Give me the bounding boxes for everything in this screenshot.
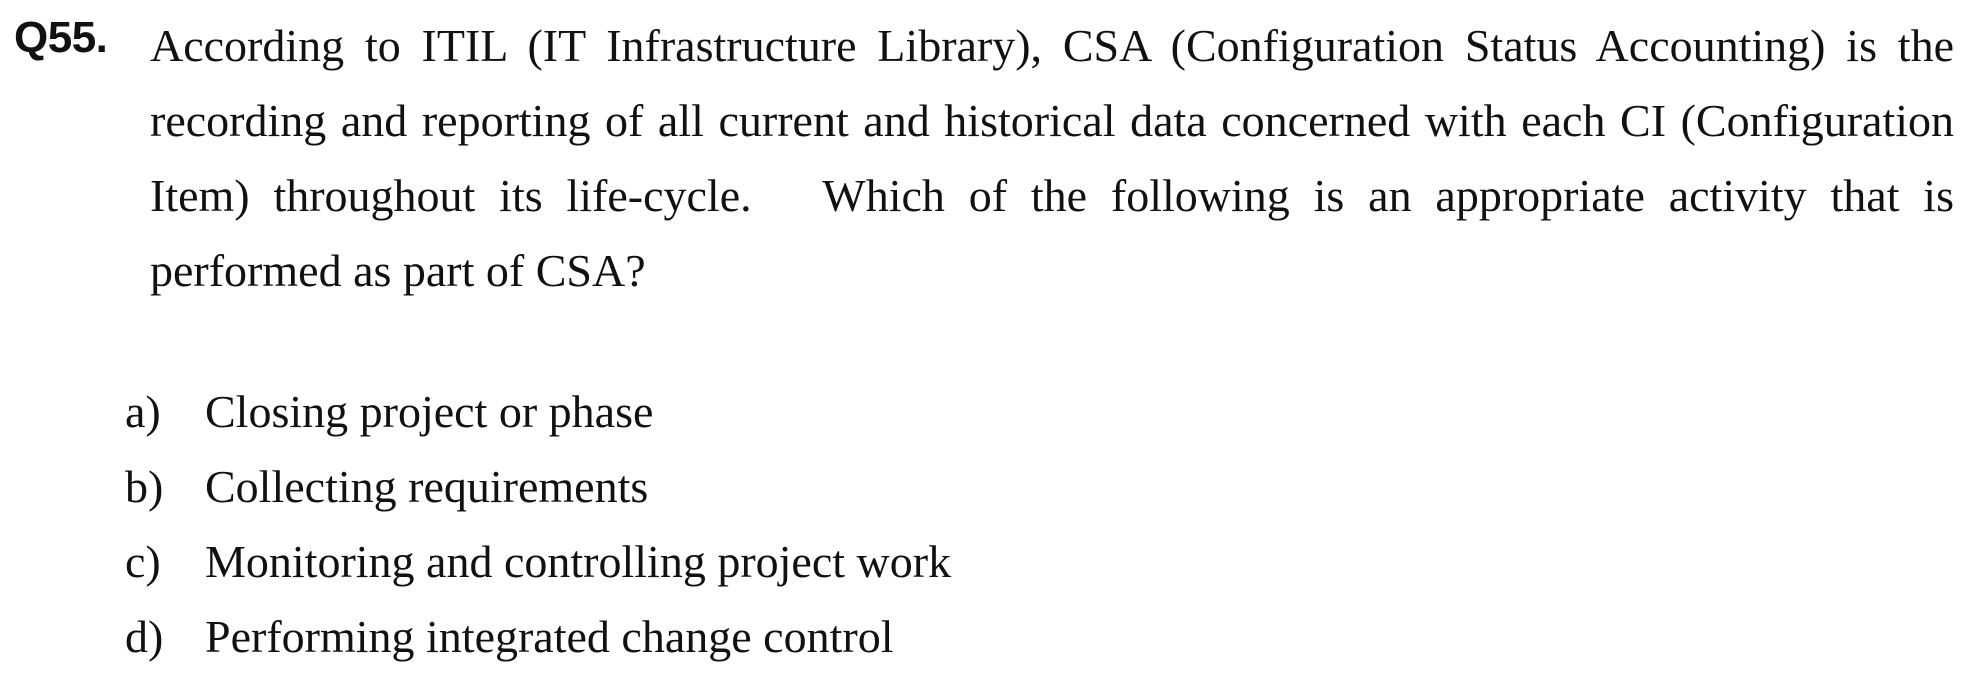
question-block: Q55. According to ITIL (IT Infrastructur… (0, 0, 1966, 680)
option-text: Monitoring and controlling project work (205, 536, 952, 587)
option-a: a) Closing project or phase (125, 374, 951, 449)
option-d: d) Performing integrated change control (125, 599, 951, 674)
option-letter: d) (125, 611, 164, 662)
option-b: b) Collecting requirements (125, 449, 951, 524)
option-c: c) Monitoring and controlling project wo… (125, 524, 951, 599)
option-text: Performing integrated change control (205, 611, 894, 662)
question-stem: According to ITIL (IT Infrastructure Lib… (150, 20, 1966, 296)
option-text: Closing project or phase (205, 386, 654, 437)
answer-options: a) Closing project or phase b) Collectin… (125, 374, 951, 674)
option-letter: b) (125, 461, 164, 512)
question-number: Q55. (14, 13, 108, 62)
option-letter: a) (125, 386, 161, 437)
option-letter: c) (125, 536, 161, 587)
option-text: Collecting requirements (205, 461, 649, 512)
